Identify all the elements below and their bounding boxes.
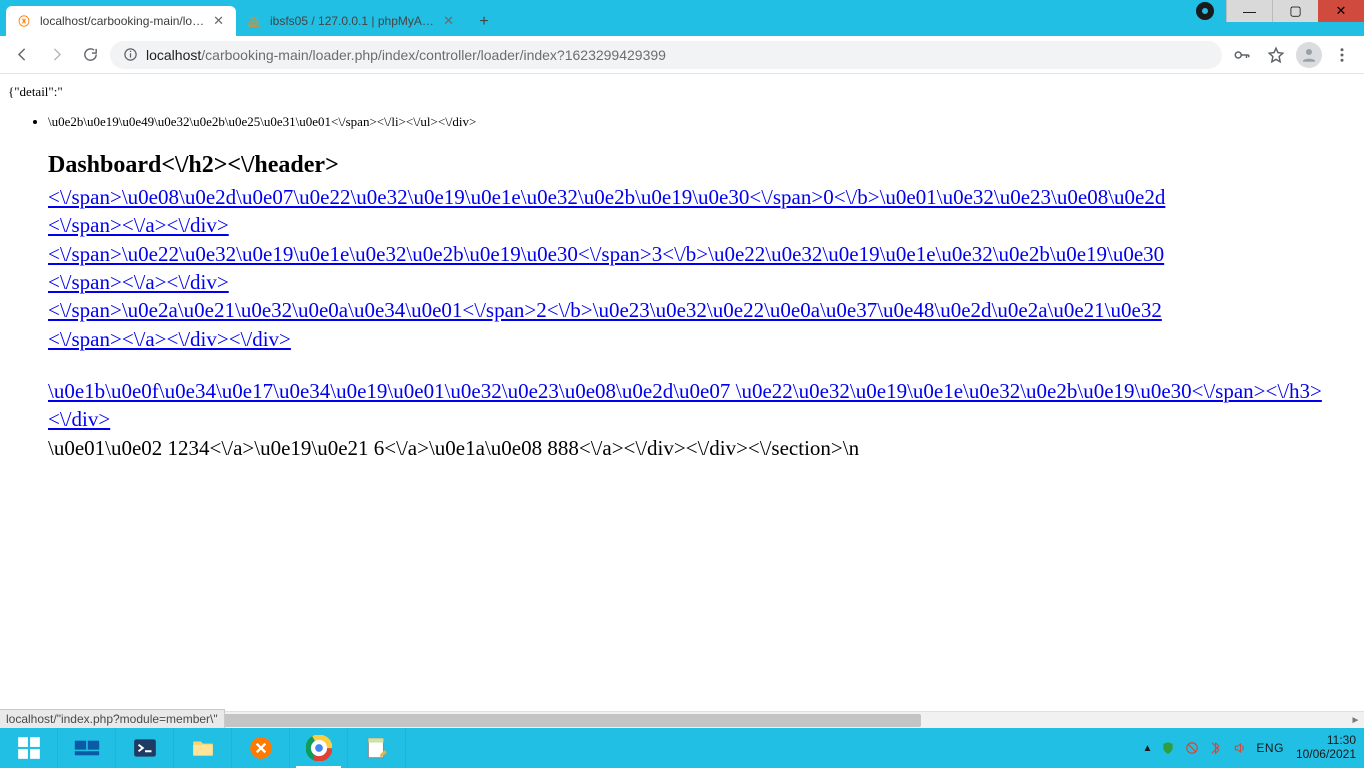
escaped-link-line[interactable]: <\/span><\/a><\/div> bbox=[48, 211, 1356, 239]
escaped-plain-line: \u0e01\u0e02 1234<\/a>\u0e19\u0e21 6<\/a… bbox=[48, 436, 1356, 461]
link-hover-statusbar: localhost/"index.php?module=member\" bbox=[0, 709, 225, 728]
site-info-icon[interactable] bbox=[122, 47, 138, 63]
back-button[interactable] bbox=[8, 41, 36, 69]
scroll-right-icon[interactable]: ► bbox=[1347, 712, 1364, 728]
kebab-menu-icon[interactable] bbox=[1328, 41, 1356, 69]
windows-taskbar: ▲ ENG 11:30 10/06/2021 bbox=[0, 728, 1364, 768]
tab-phpmyadmin[interactable]: 🛳 ibsfs05 / 127.0.0.1 | phpMyAdmin ✕ bbox=[236, 6, 466, 36]
escaped-link-line[interactable]: \u0e1b\u0e0f\u0e34\u0e17\u0e34\u0e19\u0e… bbox=[48, 377, 1356, 405]
escaped-link-line[interactable]: <\/span>\u0e22\u0e32\u0e19\u0e1e\u0e32\u… bbox=[48, 240, 1356, 268]
xampp-taskbar-icon[interactable] bbox=[232, 728, 290, 768]
escaped-link-line[interactable]: <\/span><\/a><\/div> bbox=[48, 268, 1356, 296]
clock-time: 11:30 bbox=[1296, 734, 1356, 748]
escaped-html-block: Dashboard<\/h2><\/header> <\/span>\u0e08… bbox=[48, 152, 1356, 461]
page-body: {"detail":" \u0e2b\u0e19\u0e49\u0e32\u0e… bbox=[0, 74, 1364, 461]
taskbar-clock[interactable]: 11:30 10/06/2021 bbox=[1296, 734, 1356, 762]
input-language[interactable]: ENG bbox=[1256, 741, 1284, 755]
tab-active-close-icon[interactable]: ✕ bbox=[211, 13, 226, 29]
page-viewport: {"detail":" \u0e2b\u0e19\u0e49\u0e32\u0e… bbox=[0, 74, 1364, 728]
tabs-region: ⓧ localhost/carbooking-main/load ✕ 🛳 ibs… bbox=[0, 0, 498, 36]
start-button[interactable] bbox=[0, 728, 58, 768]
window-maximize-button[interactable]: ▢ bbox=[1272, 0, 1318, 22]
list-item: \u0e2b\u0e19\u0e49\u0e32\u0e2b\u0e25\u0e… bbox=[48, 114, 1356, 130]
file-explorer-taskbar-icon[interactable] bbox=[174, 728, 232, 768]
escaped-link-line[interactable]: <\/span><\/a><\/div><\/div> bbox=[48, 325, 1356, 353]
taskbar-apps bbox=[0, 728, 406, 768]
xampp-favicon-icon: ⓧ bbox=[16, 13, 32, 29]
phpmyadmin-favicon-icon: 🛳 bbox=[246, 13, 262, 29]
new-tab-button[interactable]: + bbox=[470, 8, 498, 36]
tab-active-title: localhost/carbooking-main/load bbox=[40, 14, 205, 28]
escaped-link-line[interactable]: <\/span>\u0e08\u0e2d\u0e07\u0e22\u0e32\u… bbox=[48, 183, 1356, 211]
forward-button[interactable] bbox=[42, 41, 70, 69]
bookmark-star-icon[interactable] bbox=[1262, 41, 1290, 69]
bluetooth-tray-icon[interactable] bbox=[1208, 740, 1224, 756]
window-minimize-button[interactable]: — bbox=[1226, 0, 1272, 22]
clock-date: 10/06/2021 bbox=[1296, 748, 1356, 762]
notepadpp-taskbar-icon[interactable] bbox=[348, 728, 406, 768]
bullet-list: \u0e2b\u0e19\u0e49\u0e32\u0e2b\u0e25\u0e… bbox=[48, 114, 1356, 130]
dashboard-heading-text: Dashboard<\/h2><\/header> bbox=[48, 152, 1356, 179]
browser-tabstrip: ⓧ localhost/carbooking-main/load ✕ 🛳 ibs… bbox=[0, 0, 1364, 36]
escaped-link-line[interactable]: <\/span>\u0e2a\u0e21\u0e32\u0e0a\u0e34\u… bbox=[48, 296, 1356, 324]
window-close-button[interactable]: ✕ bbox=[1318, 0, 1364, 22]
address-host: localhost/carbooking-main/loader.php/ind… bbox=[146, 47, 666, 63]
security-tray-icon[interactable] bbox=[1160, 740, 1176, 756]
tray-overflow-icon[interactable]: ▲ bbox=[1143, 743, 1153, 754]
json-prefix-text: {"detail":" bbox=[8, 84, 1356, 100]
system-tray: ▲ ENG 11:30 10/06/2021 bbox=[1143, 728, 1364, 768]
chrome-account-indicator-icon[interactable] bbox=[1196, 2, 1214, 20]
saved-password-key-icon[interactable] bbox=[1228, 41, 1256, 69]
chrome-taskbar-icon[interactable] bbox=[290, 728, 348, 768]
escaped-link-line[interactable]: <\/div> bbox=[48, 405, 1356, 433]
tab-phpmyadmin-title: ibsfs05 / 127.0.0.1 | phpMyAdmin bbox=[270, 14, 435, 28]
powershell-taskbar-icon[interactable] bbox=[116, 728, 174, 768]
tab-active[interactable]: ⓧ localhost/carbooking-main/load ✕ bbox=[6, 6, 236, 36]
profile-avatar[interactable] bbox=[1296, 42, 1322, 68]
task-view-button[interactable] bbox=[58, 728, 116, 768]
browser-toolbar: localhost/carbooking-main/loader.php/ind… bbox=[0, 36, 1364, 74]
volume-tray-icon[interactable] bbox=[1232, 740, 1248, 756]
address-bar[interactable]: localhost/carbooking-main/loader.php/ind… bbox=[110, 41, 1222, 69]
tab-phpmyadmin-close-icon[interactable]: ✕ bbox=[441, 13, 456, 29]
reload-button[interactable] bbox=[76, 41, 104, 69]
stop-tray-icon[interactable] bbox=[1184, 740, 1200, 756]
